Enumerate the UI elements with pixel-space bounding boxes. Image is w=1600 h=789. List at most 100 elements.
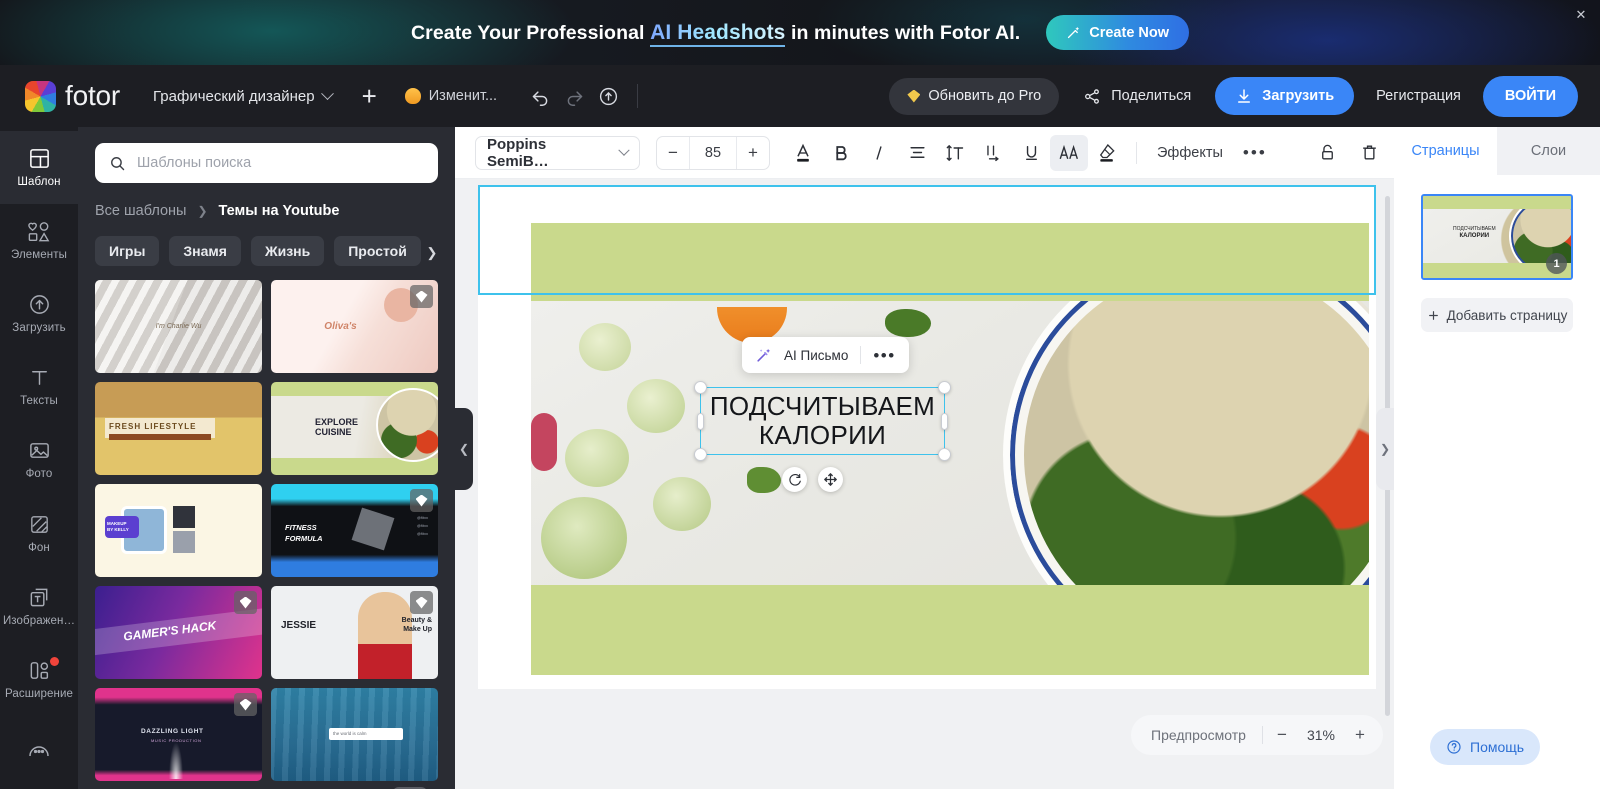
breadcrumb-all-templates[interactable]: Все шаблоны [95,203,186,219]
template-card[interactable]: Oliva's [271,280,438,373]
highlight-icon[interactable] [1088,135,1126,171]
workspace-label: Графический дизайнер [153,87,315,105]
sidebar-item-elements[interactable]: Элементы [0,204,78,277]
template-card[interactable]: FITNESS FORMULA @fitxx @fitxx @fitxx [271,484,438,577]
resize-handle-br[interactable] [938,448,951,461]
line-height-icon[interactable] [936,135,974,171]
extension-badge-dot [50,656,59,666]
text-case-icon[interactable] [1050,134,1088,171]
effects-button[interactable]: Эффекты [1147,145,1233,161]
diamond-icon [907,89,921,103]
chips-next-icon[interactable]: ❯ [423,236,441,266]
sidebar-item-template[interactable]: Шаблон [0,131,78,205]
share-icon [1083,87,1102,106]
ai-wand-icon [755,347,772,364]
create-now-button[interactable]: Create Now [1046,15,1190,50]
help-button[interactable]: Помощь [1430,729,1541,765]
cloud-save-button[interactable] [591,79,625,113]
collapse-left-panel-button[interactable]: ❮ [455,408,473,490]
sidebar-item-photo[interactable]: Фото [0,423,78,496]
sidebar-item-images[interactable]: Изображен… [0,570,78,643]
tab-pages[interactable]: Страницы [1394,127,1497,175]
bold-icon[interactable] [822,135,860,171]
resize-button[interactable]: Изменит... [404,88,497,104]
sidebar-item-upload[interactable]: Загрузить [0,277,78,350]
toolbar-more-button[interactable]: ••• [1233,144,1277,161]
template-card[interactable]: JESSIE Beauty & Make Up [271,586,438,679]
breadcrumb-current[interactable]: Темы на Youtube [219,203,340,219]
download-button[interactable]: Загрузить [1215,77,1355,115]
header-divider [637,84,639,108]
align-icon[interactable] [898,135,936,171]
font-size-decrease-button[interactable]: − [657,137,689,169]
pro-badge [410,489,433,512]
resize-handle-tr[interactable] [938,381,951,394]
ai-write-label[interactable]: AI Письмо [784,348,848,363]
sidebar-item-background[interactable]: Фон [0,497,78,570]
canvas-area[interactable]: AI Письмо ••• ПОДСЧИТЫВАЕМ КАЛОРИИ Предп… [455,179,1400,789]
template-card[interactable]: I'm Charlie Wu [95,280,262,373]
chip-life[interactable]: Жизнь [250,236,325,266]
template-card[interactable]: FRESH LIFESTYLE [95,382,262,475]
zoom-out-button[interactable]: − [1267,720,1297,750]
sidebar-item-text[interactable]: Тексты [0,350,78,423]
font-size-value[interactable]: 85 [689,136,737,169]
collapse-right-panel-button[interactable]: ❯ [1376,408,1394,490]
text-element-selection[interactable]: ПОДСЧИТЫВАЕМ КАЛОРИИ [694,381,951,461]
move-icon[interactable] [818,467,843,492]
delete-icon[interactable] [1350,135,1388,171]
pro-badge [234,693,257,716]
add-page-button[interactable]: Добавить страницу [1421,298,1573,332]
italic-icon[interactable] [860,135,898,171]
resize-handle-tl[interactable] [694,381,707,394]
text-icon [28,366,51,389]
redo-button[interactable] [557,79,591,113]
fotor-logo[interactable]: fotor [25,80,120,112]
lock-icon[interactable] [1308,135,1346,171]
search-box[interactable] [95,143,438,183]
font-size-increase-button[interactable]: + [737,137,769,169]
ai-more-button[interactable]: ••• [873,347,895,364]
text-color-icon[interactable] [784,135,822,171]
tab-layers[interactable]: Слои [1497,127,1600,175]
bottom-color-band[interactable] [531,585,1369,675]
chip-banner[interactable]: Знамя [169,236,241,266]
upgrade-pro-button[interactable]: Обновить до Pro [889,77,1060,115]
search-input[interactable] [137,155,424,171]
template-card[interactable]: MAKEUP BY KELLY [95,484,262,577]
page-thumbnail[interactable]: ПОДСЧИТЫВАЕМ КАЛОРИИ 1 [1421,194,1573,280]
add-button[interactable]: + [362,83,377,109]
top-color-band[interactable] [531,223,1369,301]
undo-button[interactable] [523,79,557,113]
chip-simple[interactable]: Простой [334,236,421,266]
preview-button[interactable]: Предпросмотр [1139,727,1258,743]
canvas-text-element[interactable]: ПОДСЧИТЫВАЕМ КАЛОРИИ [701,388,944,454]
share-button[interactable]: Поделиться [1067,78,1207,115]
template-card[interactable]: GAMER'S HACK [95,586,262,679]
zoom-in-button[interactable]: + [1345,720,1375,750]
plus-icon [1427,309,1440,322]
resize-handle-left[interactable] [697,413,704,430]
template-card[interactable]: EXPLORE CUISINE [271,382,438,475]
resize-handle-bl[interactable] [694,448,707,461]
thumb-top-band [1423,196,1571,209]
template-card[interactable]: DAZZLING LIGHT MUSIC PRODUCTION [95,688,262,781]
login-button[interactable]: войти [1482,75,1578,117]
close-icon[interactable]: ✕ [1573,7,1589,23]
sidebar-item-extension[interactable]: Расширение [0,643,78,716]
template-card[interactable]: the world is calm [271,688,438,781]
workspace-selector[interactable]: Графический дизайнер [153,86,334,105]
underline-icon[interactable] [1012,135,1050,171]
rotate-icon[interactable] [782,467,807,492]
resize-handle-right[interactable] [941,413,948,430]
font-family-select[interactable]: Poppins SemiB… [475,135,640,170]
chip-games[interactable]: Игры [95,236,160,266]
food-photo[interactable] [531,301,1369,585]
sidebar-item-more[interactable] [0,716,78,789]
letter-spacing-icon[interactable] [974,135,1012,171]
background-icon [28,513,51,536]
question-circle-icon [1446,739,1462,755]
register-button[interactable]: Регистрация [1362,78,1475,115]
right-panel-tabs: Страницы Слои [1394,127,1600,175]
pro-badge [234,591,257,614]
